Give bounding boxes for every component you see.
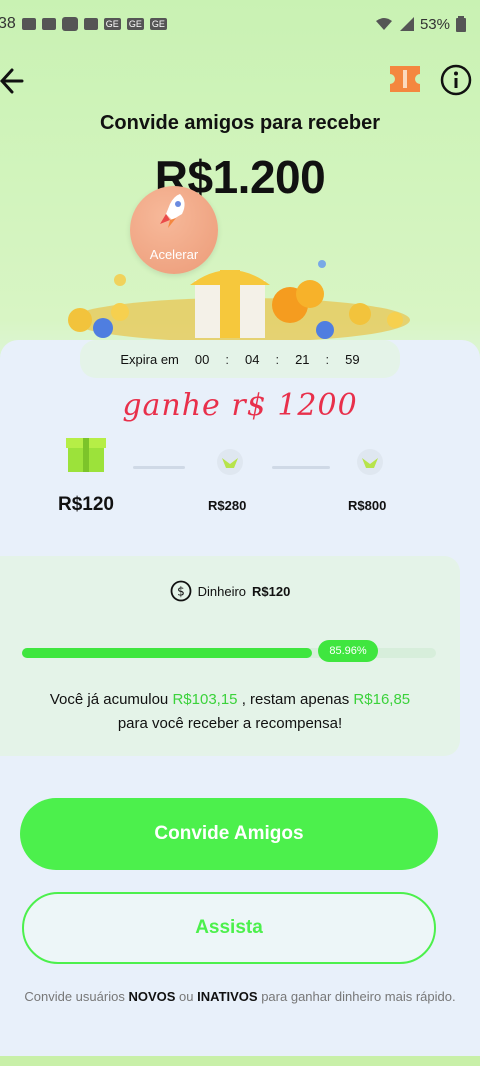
gift-icon — [217, 449, 243, 475]
chat-icon — [21, 18, 36, 30]
battery-percent: 53% — [419, 15, 450, 33]
footer-part2: ou — [179, 989, 194, 1004]
status-right: 53% — [374, 16, 466, 33]
accumulated-text: Você já acumulou R$103,15 , restam apena… — [0, 688, 460, 736]
status-icons: GE GE GE — [21, 17, 167, 31]
footer-inactive: INATIVOS — [197, 989, 258, 1004]
reward-label: R$280 — [208, 498, 247, 513]
footer-part1: Convide usuários — [24, 989, 125, 1004]
info-icon[interactable] — [440, 64, 472, 96]
watch-button[interactable]: Assista — [22, 892, 436, 964]
accelerate-button[interactable]: Acelerar — [130, 186, 218, 274]
timer-minutes: 04 — [244, 351, 260, 367]
track-line — [272, 466, 330, 469]
status-time: 38 — [0, 15, 16, 32]
sim-icon — [83, 18, 98, 30]
timer-seconds: 21 — [295, 351, 310, 367]
footer-part3: para ganhar dinheiro mais rápido. — [261, 989, 456, 1004]
timer-centis: 59 — [345, 351, 360, 367]
rocket-icon — [160, 194, 185, 228]
timer-separator: : — [325, 351, 330, 367]
accum-prefix: Você já acumulou — [49, 691, 169, 708]
ge-badge-icon: GE — [149, 18, 167, 30]
reward-label-active: R$120 — [58, 494, 114, 515]
header — [0, 58, 480, 106]
cash-value: R$120 — [252, 583, 291, 599]
wifi-icon — [375, 18, 392, 30]
accelerate-label: Acelerar — [149, 247, 199, 262]
status-left: 38 GE GE GE — [0, 15, 167, 33]
signal-icon — [399, 17, 414, 31]
arrow-left-icon[interactable] — [0, 64, 30, 98]
accum-middle: , restam apenas — [241, 691, 350, 708]
accum-earned: R$103,15 — [172, 691, 238, 708]
ticket-icon[interactable] — [388, 64, 422, 94]
gift-icon — [357, 449, 383, 475]
reward-amount: R$1.200 — [154, 151, 326, 203]
svg-text:$: $ — [177, 585, 185, 599]
ge-badge-icon: GE — [103, 18, 121, 30]
cash-label: Dinheiro — [197, 583, 247, 599]
treasure-illustration — [68, 260, 410, 342]
notification-icon — [61, 17, 78, 31]
reward-track: R$120 R$280 R$800 — [0, 428, 480, 528]
timer-hours: 00 — [194, 351, 210, 367]
reward-label: R$800 — [348, 498, 387, 513]
ge-badge-icon: GE — [126, 18, 144, 30]
dollar-circle-icon: $ — [170, 580, 192, 602]
status-bar: 38 GE GE GE 53% — [0, 0, 480, 48]
bottom-bar — [0, 1056, 480, 1066]
track-line — [133, 466, 185, 469]
footer-text: Convide usuários NOVOS ou INATIVOS para … — [20, 986, 460, 1007]
expiry-timer: Expira em 00 : 04 : 21 : 59 — [80, 340, 400, 378]
footer-new: NOVOS — [128, 989, 176, 1004]
accum-suffix: para você receber a recompensa! — [117, 715, 343, 732]
lock-icon — [41, 18, 56, 30]
promo-text: ganhe r$ 1200 — [122, 388, 358, 423]
progress-badge: 85.96% — [318, 640, 378, 662]
cash-row: $ Dinheiro R$120 — [0, 578, 460, 604]
gift-box-icon — [66, 438, 106, 472]
progress-fill — [22, 648, 312, 658]
timer-separator: : — [225, 351, 229, 367]
timer-label: Expira em — [120, 351, 179, 367]
invite-friends-button[interactable]: Convide Amigos — [20, 798, 438, 870]
page-title: Convide amigos para receber — [99, 112, 381, 134]
battery-icon — [456, 16, 466, 32]
timer-separator: : — [275, 351, 280, 367]
accum-remaining: R$16,85 — [353, 691, 411, 708]
